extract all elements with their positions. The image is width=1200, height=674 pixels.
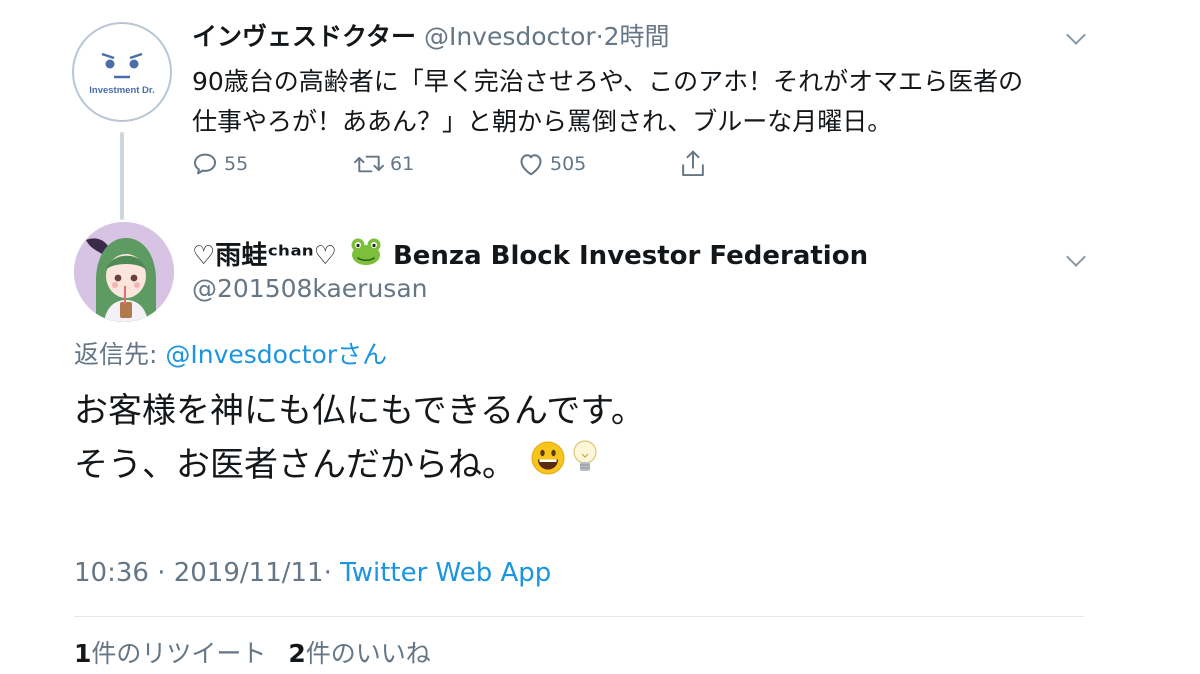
anime-girl-avatar-image xyxy=(74,222,174,322)
retweet-count: 61 xyxy=(390,153,415,175)
retweet-stat-label: 件のリツイート xyxy=(91,639,267,668)
investment-dr-logo: Investment Dr. xyxy=(89,52,155,96)
main-name-text: ♡雨蛙ᶜʰᵃⁿ♡ xyxy=(192,241,337,271)
parent-action-bar: 55 61 505 xyxy=(190,146,708,182)
share-icon xyxy=(678,148,708,180)
reply-to-link[interactable]: @Invesdoctorさん xyxy=(165,340,387,369)
parent-display-name[interactable]: インヴェスドクター xyxy=(192,22,416,51)
reply-count: 55 xyxy=(224,153,249,175)
heart-icon xyxy=(516,149,546,179)
header-separator: · xyxy=(595,22,604,51)
share-action[interactable] xyxy=(678,148,708,180)
parent-text-line-2: 仕事やろが！ああん？」と朝から罵倒され、ブルーな月曜日。 xyxy=(192,107,893,136)
parent-timestamp[interactable]: 2時間 xyxy=(604,22,670,51)
reply-action[interactable]: 55 xyxy=(190,149,352,179)
frog-emoji-icon xyxy=(349,236,383,276)
tweet-source-link[interactable]: Twitter Web App xyxy=(340,558,551,588)
grinning-face-emoji-icon xyxy=(530,438,566,492)
reply-to-line: 返信先: @Invesdoctorさん xyxy=(74,338,387,372)
main-avatar[interactable] xyxy=(74,222,174,322)
tweet-date[interactable]: 2019/11/11 xyxy=(174,558,324,588)
main-text-line-2-row: そう、お医者さんだからね。 xyxy=(74,438,645,492)
engagement-stats: 1件のリツイート 2件のいいね xyxy=(74,636,431,672)
tweet-time[interactable]: 10:36 xyxy=(74,558,149,588)
like-stat-label: 件のいいね xyxy=(305,639,431,668)
parent-chevron-down-icon[interactable] xyxy=(1066,25,1086,45)
thread-connector-line xyxy=(120,132,124,220)
retweet-stat[interactable]: 1件のリツイート xyxy=(74,639,266,668)
light-bulb-emoji-icon xyxy=(570,438,600,492)
meta-separator-2: · xyxy=(323,558,332,588)
main-chevron-down-icon[interactable] xyxy=(1066,247,1086,267)
stats-divider xyxy=(74,616,1084,617)
parent-text-line-1: 90歳台の高齢者に「早く完治させろや、このアホ！それがオマエら医者の xyxy=(192,67,1024,96)
main-text-line-2: そう、お医者さんだからね。 xyxy=(74,445,516,485)
meta-separator-1: · xyxy=(157,558,166,588)
main-display-name[interactable]: ♡雨蛙ᶜʰᵃⁿ♡ Benza Block Investor Federation xyxy=(192,236,868,276)
parent-tweet-text: 90歳台の高齢者に「早く完治させろや、このアホ！それがオマエら医者の 仕事やろが… xyxy=(192,62,1092,142)
parent-tweet-header: インヴェスドクター @Invesdoctor·2時間 xyxy=(192,20,670,54)
retweet-stat-count: 1 xyxy=(74,639,92,668)
like-stat-count: 2 xyxy=(288,639,306,668)
main-handle[interactable]: @201508kaerusan xyxy=(192,272,428,306)
parent-handle[interactable]: @Invesdoctor xyxy=(424,22,596,51)
like-action[interactable]: 505 xyxy=(516,149,678,179)
retweet-icon xyxy=(352,149,386,179)
retweet-action[interactable]: 61 xyxy=(352,149,516,179)
avatar-logo-text: Investment Dr. xyxy=(89,85,154,96)
like-count: 505 xyxy=(550,153,587,175)
parent-avatar[interactable]: Investment Dr. xyxy=(72,22,172,122)
main-tweet-text: お客様を神にも仏にもできるんです。 そう、お医者さんだからね。 xyxy=(74,384,645,492)
main-text-line-1: お客様を神にも仏にもできるんです。 xyxy=(74,391,645,431)
reply-icon xyxy=(190,149,220,179)
reply-to-label: 返信先: xyxy=(74,340,158,369)
like-stat[interactable]: 2件のいいね xyxy=(288,639,430,668)
tweet-detail-view: Investment Dr. インヴェスドクター @Invesdoctor·2時… xyxy=(0,0,1200,674)
main-name-suffix: Benza Block Investor Federation xyxy=(392,241,869,271)
tweet-meta-line: 10:36 · 2019/11/11· Twitter Web App xyxy=(74,555,551,591)
